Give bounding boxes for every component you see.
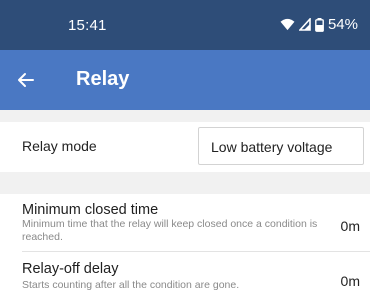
page-title: Relay (76, 68, 130, 90)
relay-mode-label: Relay mode (22, 138, 97, 154)
status-bar: 15:41 54% (0, 0, 370, 50)
relay-mode-selected-value: Low battery voltage (211, 139, 333, 155)
relay-mode-row: Relay mode Low battery voltage (0, 122, 370, 168)
setting-relay-off-delay[interactable]: Relay-off delay Starts counting after al… (0, 252, 370, 299)
battery-icon (315, 17, 324, 32)
status-time: 15:41 (68, 17, 107, 34)
section-spacer (0, 110, 370, 122)
cellular-signal-icon (298, 18, 311, 31)
section-spacer (0, 172, 370, 194)
relay-mode-select[interactable]: Low battery voltage (198, 127, 364, 165)
setting-description: Starts counting after all the condition … (22, 279, 240, 291)
app-bar: Relay (0, 50, 370, 110)
setting-minimum-closed-time[interactable]: Minimum closed time Minimum time that th… (0, 194, 370, 252)
arrow-left-icon[interactable] (14, 68, 38, 92)
battery-percent: 54% (327, 16, 358, 33)
wifi-icon (280, 18, 295, 31)
status-icons: 54% (280, 16, 358, 33)
setting-description: Minimum time that the relay will keep cl… (22, 218, 318, 243)
setting-title: Relay-off delay (22, 261, 119, 277)
setting-value: 0m (340, 218, 360, 234)
setting-value: 0m (340, 273, 360, 289)
setting-title: Minimum closed time (22, 202, 159, 218)
